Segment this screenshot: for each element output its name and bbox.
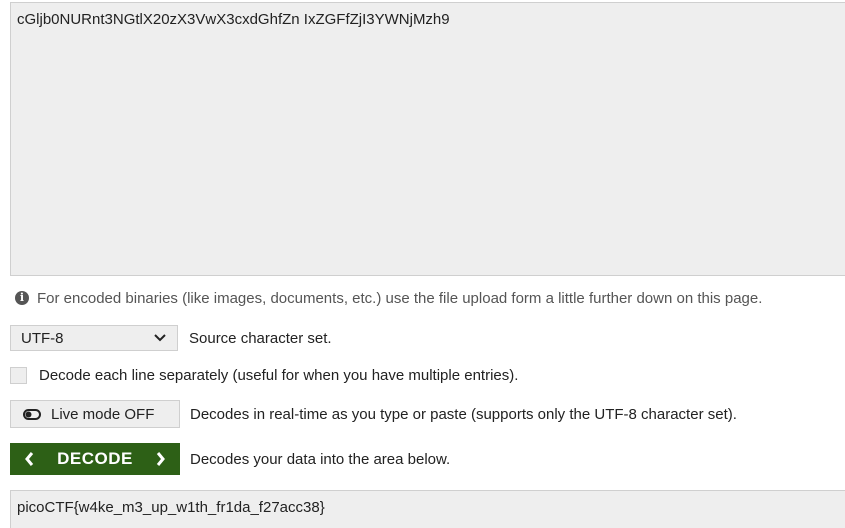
- charset-select[interactable]: UTF-8: [10, 325, 178, 351]
- decode-description: Decodes your data into the area below.: [190, 450, 451, 468]
- decode-button-label: DECODE: [57, 449, 133, 468]
- charset-selected-value: UTF-8: [21, 329, 64, 347]
- input-textarea[interactable]: cGljb0NURnt3NGtlX20zX3VwX3cxdGhfZn IxZGF…: [10, 2, 845, 276]
- info-text: For encoded binaries (like images, docum…: [37, 289, 763, 307]
- info-icon: i: [15, 291, 29, 305]
- decode-button[interactable]: DECODE: [10, 443, 180, 475]
- live-mode-button[interactable]: Live mode OFF: [10, 400, 180, 428]
- live-mode-label: Live mode OFF: [51, 405, 155, 423]
- charset-row: UTF-8 Source character set.: [10, 325, 332, 351]
- decode-each-line-checkbox[interactable]: [10, 367, 27, 384]
- charset-label: Source character set.: [189, 329, 332, 347]
- info-note: i For encoded binaries (like images, doc…: [15, 288, 762, 308]
- live-mode-description: Decodes in real-time as you type or past…: [190, 405, 737, 423]
- base64-decoder-page: cGljb0NURnt3NGtlX20zX3VwX3cxdGhfZn IxZGF…: [0, 0, 845, 528]
- decode-row: DECODE Decodes your data into the area b…: [10, 443, 450, 475]
- output-textarea[interactable]: picoCTF{w4ke_m3_up_w1th_fr1da_f27acc38}: [10, 490, 845, 528]
- chevron-down-icon: [154, 334, 166, 342]
- each-line-row: Decode each line separately (useful for …: [10, 367, 518, 384]
- decode-each-line-label: Decode each line separately (useful for …: [39, 367, 519, 384]
- chevron-right-icon: [156, 452, 165, 466]
- live-mode-row: Live mode OFF Decodes in real-time as yo…: [10, 400, 737, 428]
- toggle-off-icon: [23, 408, 41, 420]
- chevron-left-icon: [25, 452, 34, 466]
